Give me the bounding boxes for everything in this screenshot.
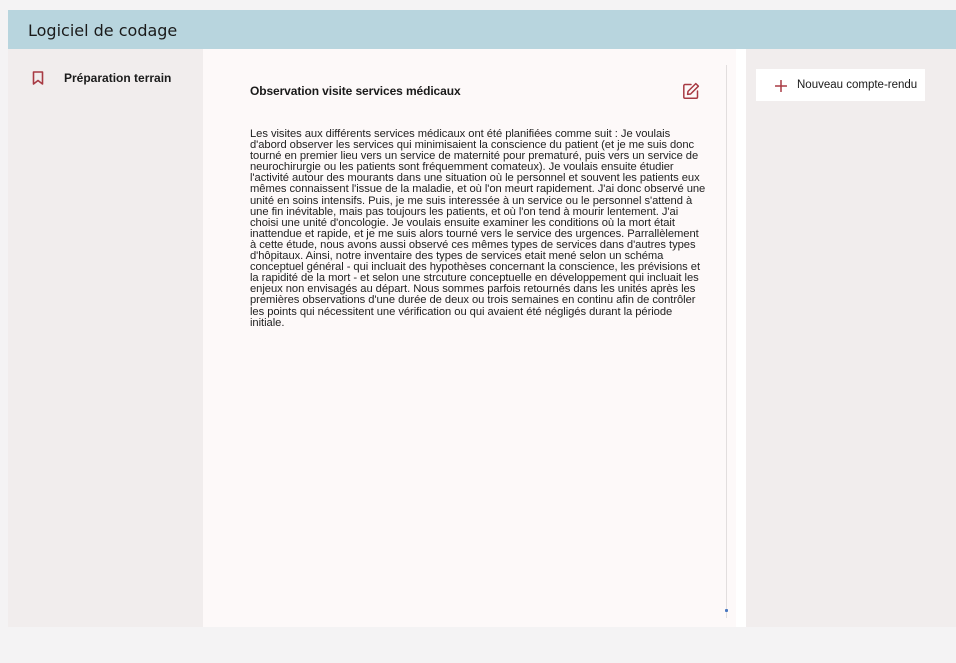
bookmark-icon [32,71,44,85]
scrollbar-track[interactable] [726,65,727,618]
screen: Logiciel de codage Préparation terrain O… [0,0,956,663]
right-panel: Nouveau compte-rendu [736,49,956,627]
document-body: Les visites aux différents services médi… [250,128,706,329]
sidebar-item-preparation-terrain[interactable]: Préparation terrain [32,71,171,85]
edit-button[interactable] [682,82,700,100]
edit-icon [682,82,700,104]
sidebar-item-label: Préparation terrain [64,71,172,85]
new-report-label: Nouveau compte-rendu [797,79,918,91]
scrollbar-thumb[interactable] [725,609,728,612]
document-panel: Observation visite services médicaux Les… [203,49,736,627]
document-title: Observation visite services médicaux [250,84,461,98]
app-window: Logiciel de codage Préparation terrain O… [8,10,956,627]
plus-icon [774,79,788,93]
app-title: Logiciel de codage [28,21,178,40]
sidebar: Préparation terrain [8,49,203,627]
header-bar: Logiciel de codage [8,10,956,49]
new-report-button[interactable]: Nouveau compte-rendu [756,69,925,101]
